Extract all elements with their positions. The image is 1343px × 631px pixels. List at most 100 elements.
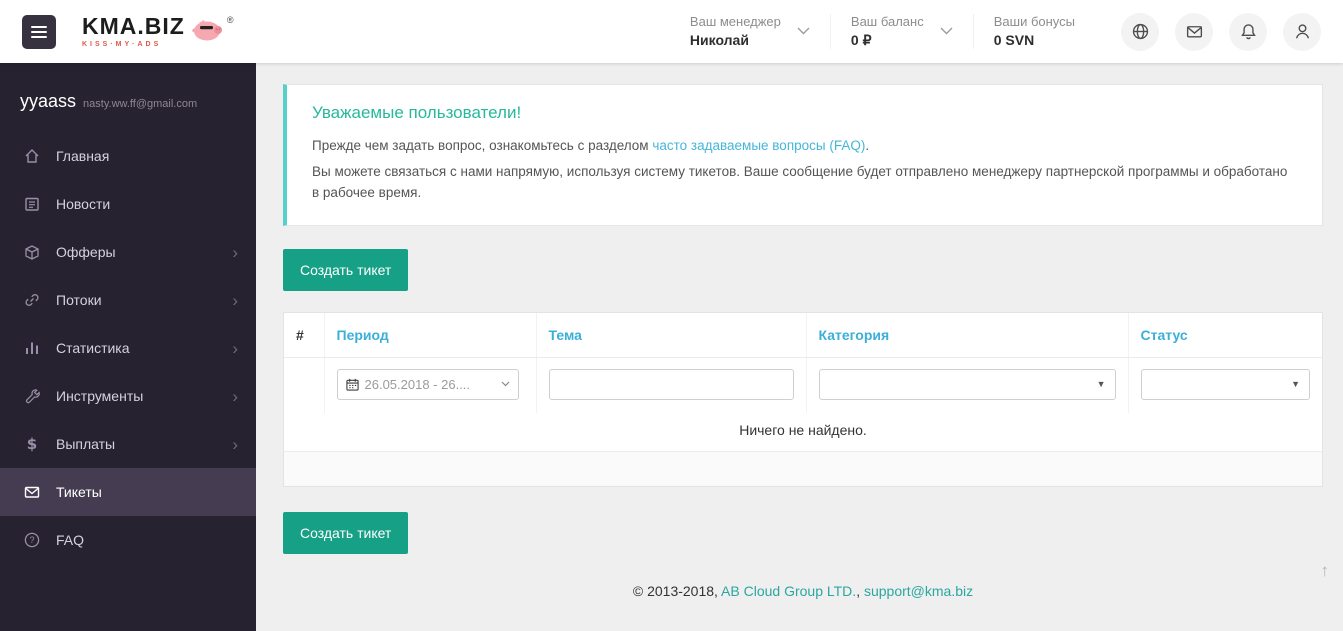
manager-text: Ваш менеджер Николай bbox=[690, 14, 781, 48]
filter-cell-category: ▼ bbox=[805, 357, 1128, 413]
sidebar-item-streams[interactable]: Потоки › bbox=[0, 276, 256, 324]
sidebar-item-news[interactable]: Новости bbox=[0, 180, 256, 228]
news-icon bbox=[22, 195, 42, 213]
bonuses-value: 0 SVN bbox=[993, 31, 1035, 48]
filter-cell-topic bbox=[535, 357, 806, 413]
messages-button[interactable] bbox=[1175, 12, 1213, 51]
table-header-row: # Период Тема Категория Статус bbox=[284, 312, 1322, 358]
sidebar-item-faq[interactable]: ? FAQ bbox=[0, 516, 256, 564]
category-filter-select[interactable]: ▼ bbox=[818, 368, 1116, 400]
sidebar-user: yyaass nasty.ww.ff@gmail.com bbox=[0, 63, 256, 132]
sidebar-item-label: Новости bbox=[56, 196, 111, 212]
manager-label: Ваш менеджер bbox=[689, 14, 781, 30]
topic-filter-input[interactable] bbox=[548, 368, 794, 400]
create-ticket-button-top[interactable]: Создать тикет bbox=[283, 248, 409, 291]
logo-tagline: KISS·MY·ADS bbox=[82, 41, 162, 48]
sidebar-item-payments[interactable]: $ Выплаты › bbox=[0, 420, 256, 468]
sidebar-item-tickets[interactable]: Тикеты bbox=[0, 468, 256, 516]
manager-value: Николай bbox=[689, 31, 749, 48]
tickets-table: # Период Тема Категория Статус 26.05.201… bbox=[284, 312, 1322, 451]
sidebar-item-label: FAQ bbox=[56, 532, 85, 548]
chevron-down-icon bbox=[940, 27, 953, 35]
sidebar: yyaass nasty.ww.ff@gmail.com Главная Ново… bbox=[0, 63, 256, 631]
panel-footer bbox=[284, 450, 1322, 486]
payments-dollar-icon: $ bbox=[26, 435, 38, 453]
column-header-number: # bbox=[284, 312, 324, 358]
balance-dropdown[interactable]: Ваш баланс 0 ₽ bbox=[829, 14, 973, 49]
top-header: KMA.BIZ KISS·MY·ADS ® Ваш менеджер Никол… bbox=[0, 0, 1343, 63]
person-icon bbox=[1295, 24, 1309, 39]
sidebar-item-tools[interactable]: Инструменты › bbox=[0, 372, 256, 420]
notifications-button[interactable] bbox=[1229, 12, 1267, 51]
alert-line1-suffix: . bbox=[865, 138, 870, 153]
scroll-to-top-button[interactable]: ↑ bbox=[1321, 562, 1330, 579]
select-caret-icon: ▼ bbox=[1291, 378, 1300, 389]
info-alert: Уважаемые пользователи! Прежде чем задат… bbox=[283, 84, 1323, 226]
globe-icon bbox=[1132, 23, 1148, 40]
column-header-category[interactable]: Категория bbox=[805, 312, 1128, 358]
header-icon-buttons bbox=[1105, 12, 1321, 51]
alert-title: Уважаемые пользователи! bbox=[312, 103, 522, 122]
chevron-right-icon: › bbox=[232, 290, 238, 310]
sidebar-item-offers[interactable]: Офферы › bbox=[0, 228, 256, 276]
pig-logo-icon bbox=[191, 16, 225, 42]
chevron-down-icon bbox=[501, 381, 510, 387]
sidebar-nav: Главная Новости Офферы › Потоки › Статис… bbox=[0, 132, 256, 564]
alert-line-1: Прежде чем задать вопрос, ознакомьтесь с… bbox=[312, 136, 1297, 157]
logo-text: KMA.BIZ KISS·MY·ADS bbox=[82, 13, 185, 49]
manager-dropdown[interactable]: Ваш менеджер Николай bbox=[670, 14, 830, 48]
period-value: 26.05.2018 - 26.... bbox=[364, 376, 471, 392]
sidebar-item-label: Статистика bbox=[56, 340, 130, 356]
statistics-bars-icon bbox=[22, 339, 42, 357]
balance-text: Ваш баланс 0 ₽ bbox=[851, 14, 924, 48]
company-link[interactable]: AB Cloud Group LTD. bbox=[721, 583, 856, 599]
username: yyaass bbox=[20, 91, 77, 111]
bonuses-text: Ваши бонусы 0 SVN bbox=[994, 14, 1075, 48]
sidebar-item-label: Инструменты bbox=[56, 388, 144, 404]
period-daterange-picker[interactable]: 26.05.2018 - 26.... bbox=[336, 368, 519, 400]
sidebar-item-label: Офферы bbox=[56, 244, 116, 260]
faq-question-icon: ? bbox=[22, 531, 42, 549]
main-content: Уважаемые пользователи! Прежде чем задат… bbox=[256, 63, 1343, 631]
column-header-period[interactable]: Период bbox=[323, 312, 536, 358]
page-footer: © 2013-2018, AB Cloud Group LTD., suppor… bbox=[283, 583, 1323, 599]
column-header-status[interactable]: Статус bbox=[1127, 312, 1322, 358]
home-icon bbox=[22, 147, 42, 165]
copyright-text: © 2013-2018, bbox=[632, 582, 722, 599]
hamburger-icon bbox=[31, 25, 47, 28]
streams-link-icon bbox=[22, 291, 42, 309]
balance-value: 0 ₽ bbox=[850, 31, 872, 48]
topbar-right: Ваш менеджер Николай Ваш баланс 0 ₽ Ваши… bbox=[670, 12, 1321, 51]
support-email-link[interactable]: support@kma.biz bbox=[864, 583, 973, 599]
chevron-right-icon: › bbox=[232, 434, 238, 454]
bonuses-block: Ваши бонусы 0 SVN bbox=[972, 14, 1095, 49]
hamburger-menu-button[interactable] bbox=[22, 14, 56, 49]
sidebar-item-statistics[interactable]: Статистика › bbox=[0, 324, 256, 372]
profile-button[interactable] bbox=[1283, 12, 1321, 51]
bonuses-label: Ваши бонусы bbox=[993, 14, 1075, 30]
chevron-right-icon: › bbox=[232, 386, 238, 406]
faq-link[interactable]: часто задаваемые вопросы (FAQ) bbox=[652, 138, 865, 153]
balance-label: Ваш баланс bbox=[850, 14, 924, 30]
column-header-topic[interactable]: Тема bbox=[535, 312, 806, 358]
tickets-envelope-icon bbox=[22, 483, 42, 501]
sidebar-item-home[interactable]: Главная bbox=[0, 132, 256, 180]
filter-cell-period: 26.05.2018 - 26.... bbox=[323, 357, 536, 413]
select-caret-icon: ▼ bbox=[1096, 378, 1106, 389]
filter-cell-number bbox=[284, 357, 324, 413]
sidebar-item-label: Главная bbox=[56, 148, 110, 164]
logo-title: KMA.BIZ bbox=[82, 13, 185, 39]
tickets-panel: # Период Тема Категория Статус 26.05.201… bbox=[283, 311, 1323, 487]
empty-results-row: Ничего не найдено. bbox=[284, 413, 1322, 451]
logo[interactable]: KMA.BIZ KISS·MY·ADS ® bbox=[82, 13, 233, 49]
language-globe-button[interactable] bbox=[1121, 12, 1159, 51]
envelope-icon bbox=[1186, 26, 1202, 38]
calendar-icon bbox=[345, 378, 359, 391]
create-ticket-button-bottom[interactable]: Создать тикет bbox=[283, 511, 409, 554]
status-filter-select[interactable]: ▼ bbox=[1140, 368, 1310, 400]
sidebar-item-label: Потоки bbox=[56, 292, 102, 308]
chevron-right-icon: › bbox=[232, 338, 238, 358]
sidebar-item-label: Тикеты bbox=[56, 484, 102, 500]
alert-line1-prefix: Прежде чем задать вопрос, ознакомьтесь с… bbox=[312, 138, 653, 153]
tools-wrench-icon bbox=[22, 387, 42, 405]
